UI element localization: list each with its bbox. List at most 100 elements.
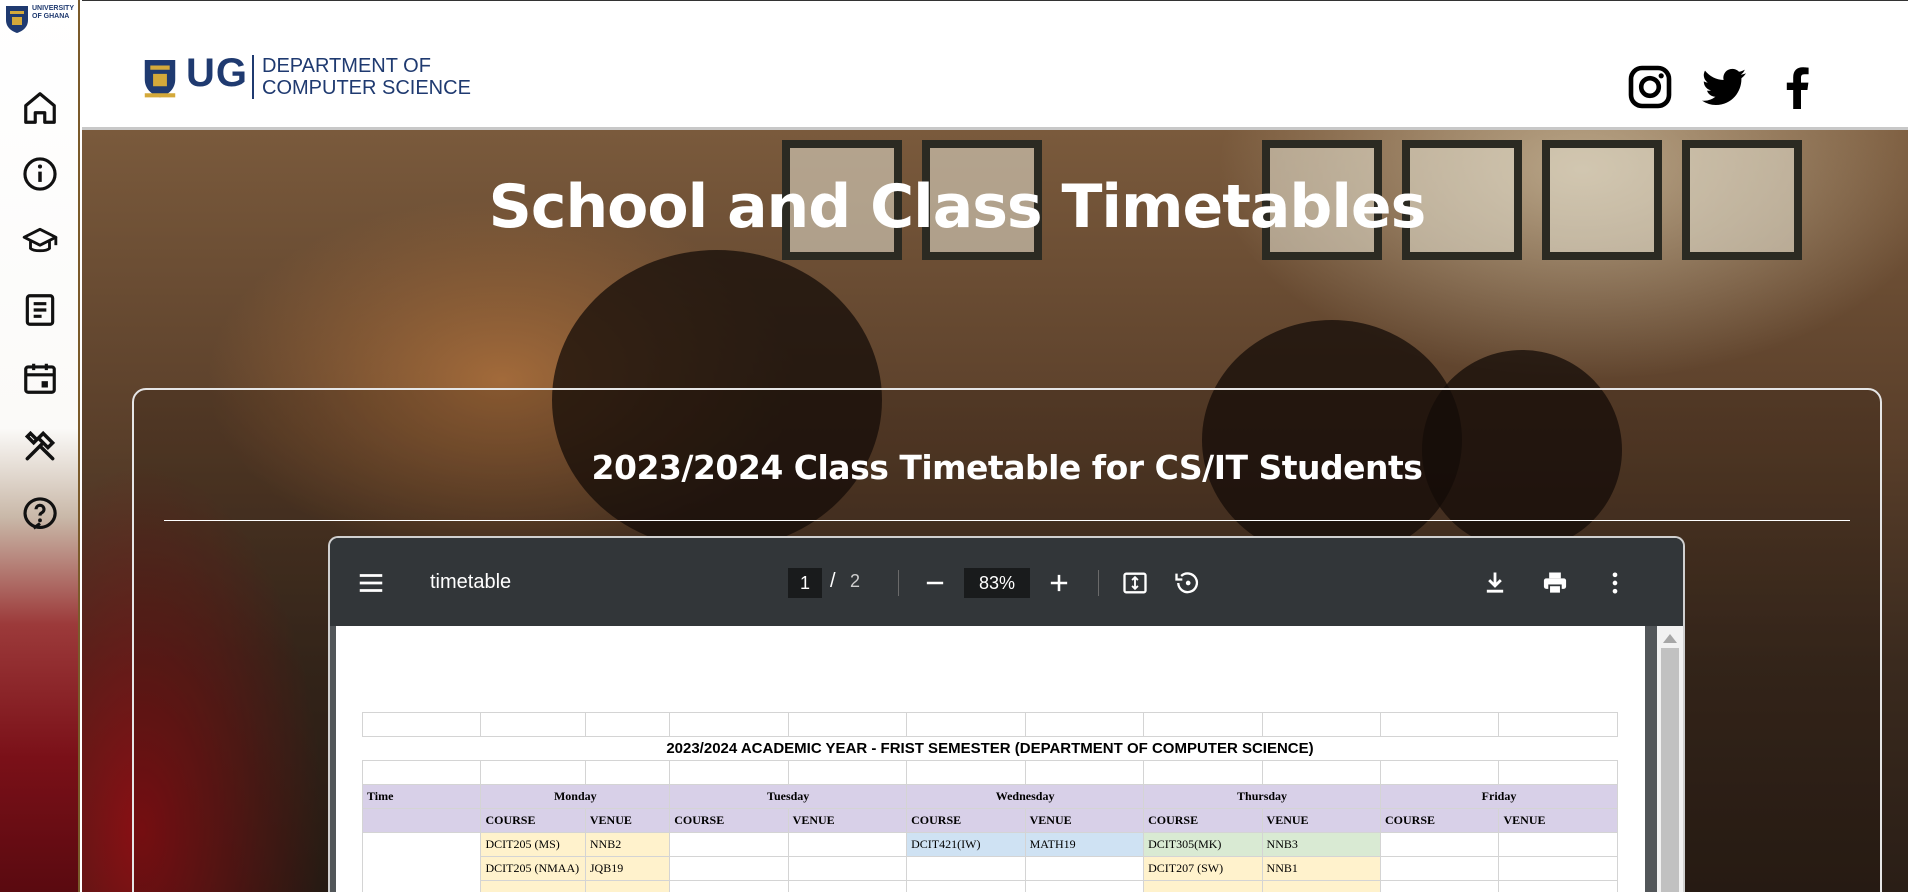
table-cell: DCIT305(MK) bbox=[1143, 832, 1263, 857]
menu-icon[interactable] bbox=[356, 568, 386, 598]
column-header: COURSE bbox=[906, 808, 1026, 833]
pdf-scrollbar[interactable] bbox=[1657, 626, 1683, 892]
logo-text: UNIVERSITY OF GHANA bbox=[32, 5, 75, 20]
table-row bbox=[363, 880, 1618, 892]
tools-icon bbox=[24, 430, 56, 461]
table-cell bbox=[1024, 880, 1145, 892]
twitter-link[interactable] bbox=[1700, 63, 1748, 111]
brand-department: DEPARTMENT OF COMPUTER SCIENCE bbox=[262, 55, 471, 99]
pdf-filename: timetable bbox=[430, 571, 512, 593]
column-header: VENUE bbox=[1498, 808, 1618, 833]
table-cell bbox=[669, 832, 789, 857]
column-header: COURSE bbox=[669, 808, 789, 833]
table-cell bbox=[669, 880, 789, 892]
facebook-link[interactable] bbox=[1774, 63, 1822, 111]
day-header: Tuesday bbox=[669, 784, 908, 809]
column-header bbox=[361, 808, 482, 833]
nav-help[interactable] bbox=[18, 492, 62, 536]
twitter-icon bbox=[1702, 68, 1746, 105]
help-icon bbox=[23, 497, 57, 530]
nav-about[interactable] bbox=[18, 152, 62, 196]
crest-icon bbox=[144, 60, 176, 98]
download-button[interactable] bbox=[1478, 566, 1512, 600]
table-row: 7:30 - 9:25 DCIT205 (MS) NNB2 DCIT421(IW… bbox=[361, 832, 1618, 892]
table-cell: MATH19 bbox=[1024, 832, 1145, 857]
crest-icon bbox=[6, 6, 28, 33]
hero-section: School and Class Timetables 2023/2024 Cl… bbox=[82, 130, 1908, 892]
table-cell: NNB1 bbox=[1261, 856, 1382, 881]
pdf-toolbar: timetable / 2 83% bbox=[330, 538, 1683, 626]
table-cell: DCIT421(IW) bbox=[906, 832, 1026, 857]
table-cell bbox=[906, 880, 1026, 892]
toolbar-divider bbox=[1098, 570, 1099, 596]
day-header: Wednesday bbox=[906, 784, 1145, 809]
page-separator: / bbox=[830, 570, 836, 592]
panel-heading: 2023/2024 Class Timetable for CS/IT Stud… bbox=[591, 448, 1423, 487]
download-icon bbox=[1486, 572, 1504, 593]
nav-programs[interactable] bbox=[18, 220, 62, 264]
table-cell: NNB3 bbox=[1261, 832, 1382, 857]
pdf-page[interactable]: 2023/2024 ACADEMIC YEAR - FRIST SEMESTER… bbox=[336, 626, 1645, 892]
table-cell bbox=[480, 880, 586, 892]
instagram-icon bbox=[1628, 65, 1672, 109]
minus-icon bbox=[926, 581, 944, 585]
column-header: COURSE bbox=[1380, 808, 1500, 833]
table-cell bbox=[1261, 880, 1382, 892]
column-header: VENUE bbox=[1024, 808, 1145, 833]
column-header-row: COURSE VENUE COURSE VENUE COURSE VENUE C… bbox=[361, 808, 1618, 833]
nav-events[interactable] bbox=[18, 356, 62, 400]
timetable-table: 2023/2024 ACADEMIC YEAR - FRIST SEMESTER… bbox=[361, 712, 1618, 892]
table-cell: DCIT207 (SW) bbox=[1143, 856, 1263, 881]
table-cell: DCIT205 (NMAA) bbox=[480, 856, 586, 881]
table-cell bbox=[1024, 856, 1145, 881]
fit-page-button[interactable] bbox=[1118, 566, 1152, 600]
zoom-out-button[interactable] bbox=[918, 566, 952, 600]
zoom-in-button[interactable] bbox=[1042, 566, 1076, 600]
more-options-button[interactable] bbox=[1598, 566, 1632, 600]
day-header: Monday bbox=[480, 784, 671, 809]
zoom-level[interactable]: 83% bbox=[964, 568, 1030, 598]
table-cell bbox=[787, 856, 908, 881]
nav-news[interactable] bbox=[18, 288, 62, 332]
page-title: School and Class Timetables bbox=[488, 172, 1427, 242]
table-cell bbox=[1380, 880, 1500, 892]
table-cell bbox=[1498, 856, 1618, 881]
page-total: 2 bbox=[850, 571, 861, 591]
pdf-viewer[interactable]: timetable / 2 83% bbox=[328, 536, 1685, 892]
graduation-cap-icon bbox=[22, 227, 58, 253]
table-cell bbox=[1498, 832, 1618, 857]
table-cell: NNB2 bbox=[584, 832, 671, 857]
page-number-input[interactable] bbox=[788, 568, 822, 598]
instagram-link[interactable] bbox=[1626, 63, 1674, 111]
document-icon bbox=[25, 294, 55, 326]
timetable-title: 2023/2024 ACADEMIC YEAR - FRIST SEMESTER… bbox=[666, 740, 1314, 757]
table-cell bbox=[669, 856, 789, 881]
sidebar: UNIVERSITY OF GHANA bbox=[0, 0, 80, 892]
nav-home[interactable] bbox=[18, 86, 62, 130]
nav-resources[interactable] bbox=[18, 424, 62, 468]
divider bbox=[164, 520, 1850, 521]
brand-divider bbox=[252, 55, 254, 99]
university-logo[interactable]: UNIVERSITY OF GHANA bbox=[2, 2, 76, 38]
table-cell bbox=[1143, 880, 1263, 892]
timetable-panel: 2023/2024 Class Timetable for CS/IT Stud… bbox=[132, 388, 1882, 892]
more-vertical-icon bbox=[1612, 572, 1618, 594]
table-row: DCIT205 (NMAA) JQB19 DCIT207 (SW) NNB1 bbox=[363, 856, 1618, 881]
scrollbar-thumb[interactable] bbox=[1661, 648, 1679, 892]
column-header: VENUE bbox=[787, 808, 908, 833]
column-header: COURSE bbox=[1143, 808, 1263, 833]
info-icon bbox=[23, 157, 57, 191]
table-cell bbox=[906, 856, 1026, 881]
day-header: Thursday bbox=[1143, 784, 1382, 809]
home-icon bbox=[24, 92, 56, 124]
rotate-button[interactable] bbox=[1170, 566, 1204, 600]
column-header: COURSE bbox=[480, 808, 586, 833]
table-cell: DCIT205 (MS) bbox=[480, 832, 586, 857]
fit-page-icon bbox=[1123, 572, 1147, 594]
plus-icon bbox=[1050, 574, 1068, 592]
scroll-up-icon[interactable] bbox=[1663, 634, 1677, 643]
print-button[interactable] bbox=[1538, 566, 1572, 600]
brand-ug: UG bbox=[186, 51, 248, 95]
time-slot: 7:30 - 9:25 bbox=[361, 832, 482, 892]
time-header: Time bbox=[361, 784, 482, 809]
